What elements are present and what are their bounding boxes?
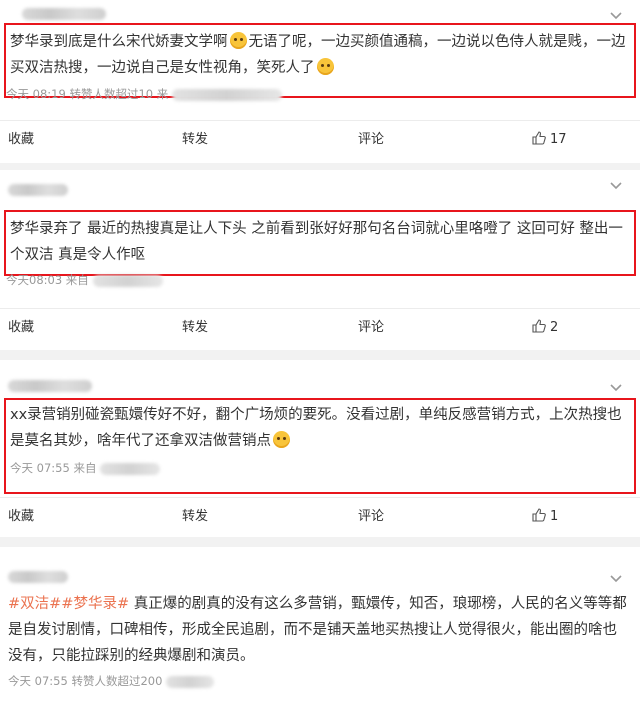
favorite-button[interactable]: 收藏: [8, 121, 34, 159]
like-button[interactable]: 17: [532, 121, 567, 159]
blurred-source: [166, 675, 215, 688]
post-meta: 今天 07:55 来自: [10, 460, 161, 476]
post-text: #双洁##梦华录# 真正爆的剧真的没有这么多营销，甄嬛传，知否，琅琊榜，人民的名…: [8, 596, 627, 664]
forward-button[interactable]: 转发: [182, 309, 208, 347]
comment-button[interactable]: 评论: [358, 121, 384, 159]
blurred-username: [22, 8, 106, 20]
blurred-username: [8, 184, 68, 196]
blurred-source: [172, 88, 283, 101]
post-card-2: 梦华录弃了 最近的热搜真是让人下头 之前看到张好好那句名台词就心里咯噔了 这回可…: [0, 170, 640, 350]
thumbs-up-icon: [532, 131, 546, 145]
grin-emoji-icon: [273, 431, 290, 448]
post-meta: 今天08:03 来自: [6, 272, 163, 288]
hashtag-link[interactable]: #双洁##梦华录#: [8, 596, 129, 612]
like-button[interactable]: 1: [532, 498, 558, 536]
laughing-emoji-icon: [316, 58, 334, 75]
action-bar: 收藏 转发 评论 2: [0, 308, 640, 347]
blurred-source: [100, 462, 161, 475]
highlight-box: xx录营销别碰瓷甄嬛传好不好，翻个广场烦的要死。没看过剧，单纯反感营销方式，上次…: [4, 398, 636, 494]
post-text: xx录营销别碰瓷甄嬛传好不好，翻个广场烦的要死。没看过剧，单纯反感营销方式，上次…: [10, 407, 622, 449]
comment-button[interactable]: 评论: [358, 498, 384, 536]
like-button[interactable]: 2: [532, 309, 558, 347]
thumbs-up-icon: [532, 508, 546, 522]
post-meta: 今天 07:55 转赞人数超过200: [8, 673, 215, 689]
action-bar: 收藏 转发 评论 1: [0, 497, 640, 536]
post-card-1: 梦华录到底是什么宋代娇妻文学啊 无语了呢，一边买颜值通稿，一边说以色侍人就是贱，一…: [0, 0, 640, 163]
thumbs-up-icon: [532, 319, 546, 333]
like-count: 1: [550, 509, 559, 524]
post-text: 梦华录弃了 最近的热搜真是让人下头 之前看到张好好那句名台词就心里咯噔了 这回可…: [10, 221, 623, 263]
favorite-button[interactable]: 收藏: [8, 498, 34, 536]
post-card-3: xx录营销别碰瓷甄嬛传好不好，翻个广场烦的要死。没看过剧，单纯反感营销方式，上次…: [0, 360, 640, 537]
chevron-down-icon[interactable]: [610, 382, 622, 394]
highlight-box: 梦华录弃了 最近的热搜真是让人下头 之前看到张好好那句名台词就心里咯噔了 这回可…: [4, 210, 636, 276]
post-meta: 今天 08:19 转赞人数超过10 来: [6, 86, 283, 102]
blurred-username: [8, 571, 68, 583]
post-text: 梦华录到底是什么宋代娇妻文学啊 无语了呢，一边买颜值通稿，一边说以色侍人就是贱，一…: [10, 32, 626, 76]
angry-emoji-icon: [229, 32, 247, 49]
comment-button[interactable]: 评论: [358, 309, 384, 347]
chevron-down-icon[interactable]: [610, 180, 622, 192]
favorite-button[interactable]: 收藏: [8, 309, 34, 347]
like-count: 17: [550, 132, 567, 147]
forward-button[interactable]: 转发: [182, 121, 208, 159]
forward-button[interactable]: 转发: [182, 498, 208, 536]
action-bar: 收藏 转发 评论 17: [0, 120, 640, 159]
chevron-down-icon[interactable]: [610, 10, 622, 22]
like-count: 2: [550, 320, 559, 335]
blurred-source: [92, 274, 163, 287]
blurred-username: [8, 380, 92, 392]
post-card-4: #双洁##梦华录# 真正爆的剧真的没有这么多营销，甄嬛传，知否，琅琊榜，人民的名…: [0, 547, 640, 701]
chevron-down-icon[interactable]: [610, 573, 622, 585]
